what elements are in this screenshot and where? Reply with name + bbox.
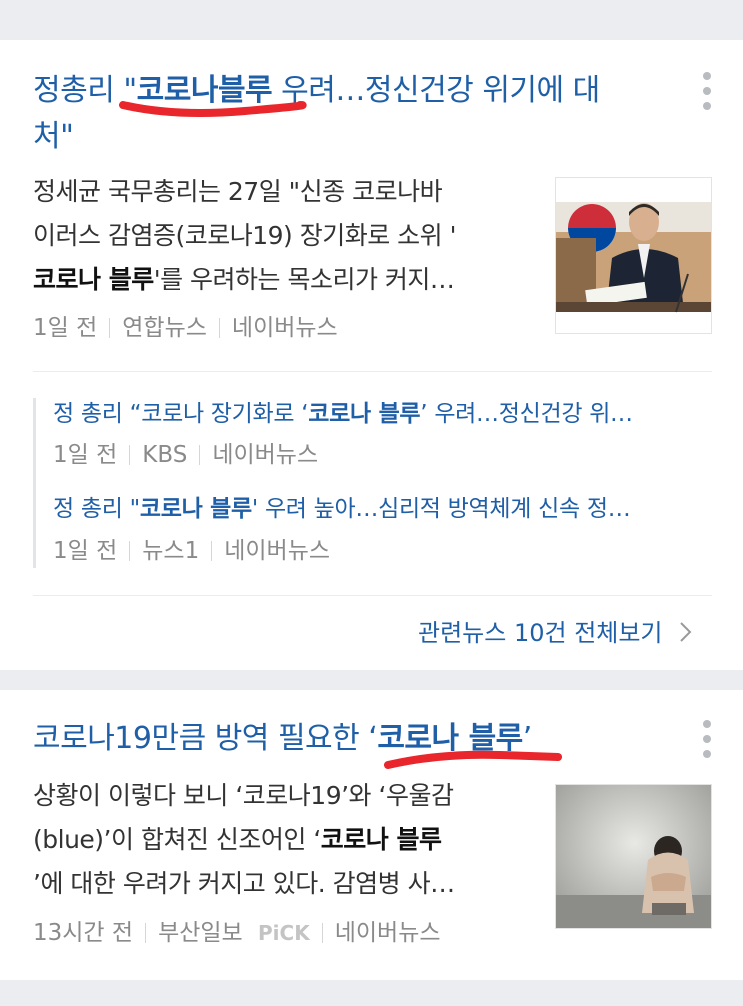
article-meta: 1일 전 연합뉴스 네이버뉴스: [33, 313, 338, 343]
press-name-link[interactable]: KBS: [142, 442, 187, 468]
divider: [33, 595, 712, 596]
related-highlight: 코로나 블루: [139, 496, 252, 522]
summary-highlight: 코로나 블루: [33, 265, 154, 294]
related-news-title-2[interactable]: 정 총리 "코로나 블루' 우려 높아…심리적 방역체계 신속 정…: [53, 493, 703, 525]
naver-news-link[interactable]: 네이버뉴스: [224, 538, 330, 564]
press-name-link[interactable]: 부산일보: [158, 920, 243, 946]
news-card-1: 정총리 "코로나블루 우려…정신건강 위기에 대 처" 정세균 국무총리는 27…: [0, 40, 743, 670]
title-text: 우려…정신건강 위기에 대: [272, 73, 600, 108]
related-news-meta-2: 1일 전 뉴스1 네이버뉴스: [53, 538, 331, 564]
press-photo-icon: [556, 178, 711, 333]
chevron-right-icon: [680, 622, 692, 642]
article-title-link[interactable]: 코로나19만큼 방역 필요한 ‘코로나 블루’: [33, 716, 673, 762]
related-news-title-1[interactable]: 정 총리 “코로나 장기화로 ‘코로나 블루’ 우려…정신건강 위…: [53, 398, 703, 430]
news-card-2: 코로나19만큼 방역 필요한 ‘코로나 블루’ 상황이 이렇다 보니 ‘코로나1…: [0, 690, 743, 980]
article-time: 1일 전: [33, 315, 98, 341]
naver-news-link[interactable]: 네이버뉴스: [232, 315, 338, 341]
article-meta: 13시간 전 부산일보 PiCK 네이버뉴스: [33, 918, 441, 948]
more-options-icon[interactable]: [700, 72, 714, 117]
article-thumbnail[interactable]: [555, 784, 712, 929]
divider: [33, 371, 712, 372]
related-news-meta-1: 1일 전 KBS 네이버뉴스: [53, 442, 319, 468]
summary-highlight: 코로나 블루: [320, 825, 442, 854]
article-summary[interactable]: 정세균 국무총리는 27일 "신종 코로나바 이러스 감염증(코로나19) 장기…: [33, 170, 533, 302]
naver-news-link[interactable]: 네이버뉴스: [335, 920, 441, 946]
more-options-icon[interactable]: [700, 720, 714, 765]
article-time: 13시간 전: [33, 920, 134, 946]
press-name-link[interactable]: 뉴스1: [142, 538, 199, 564]
red-underline-annotation: [384, 750, 563, 769]
article-summary[interactable]: 상황이 이렇다 보니 ‘코로나19’와 ‘우울감 (blue)’이 합쳐진 신조…: [33, 774, 533, 906]
naver-news-link[interactable]: 네이버뉴스: [212, 442, 318, 468]
related-highlight: 코로나 블루: [308, 401, 421, 427]
pick-badge: PiCK: [258, 921, 310, 945]
red-underline-annotation: [119, 101, 307, 117]
article-thumbnail[interactable]: [555, 177, 712, 334]
related-news-bar: [33, 398, 36, 568]
related-news-all-link[interactable]: 관련뉴스 10건 전체보기: [418, 616, 694, 650]
person-hugging-knees-icon: [556, 785, 711, 928]
press-name-link[interactable]: 연합뉴스: [122, 315, 207, 341]
